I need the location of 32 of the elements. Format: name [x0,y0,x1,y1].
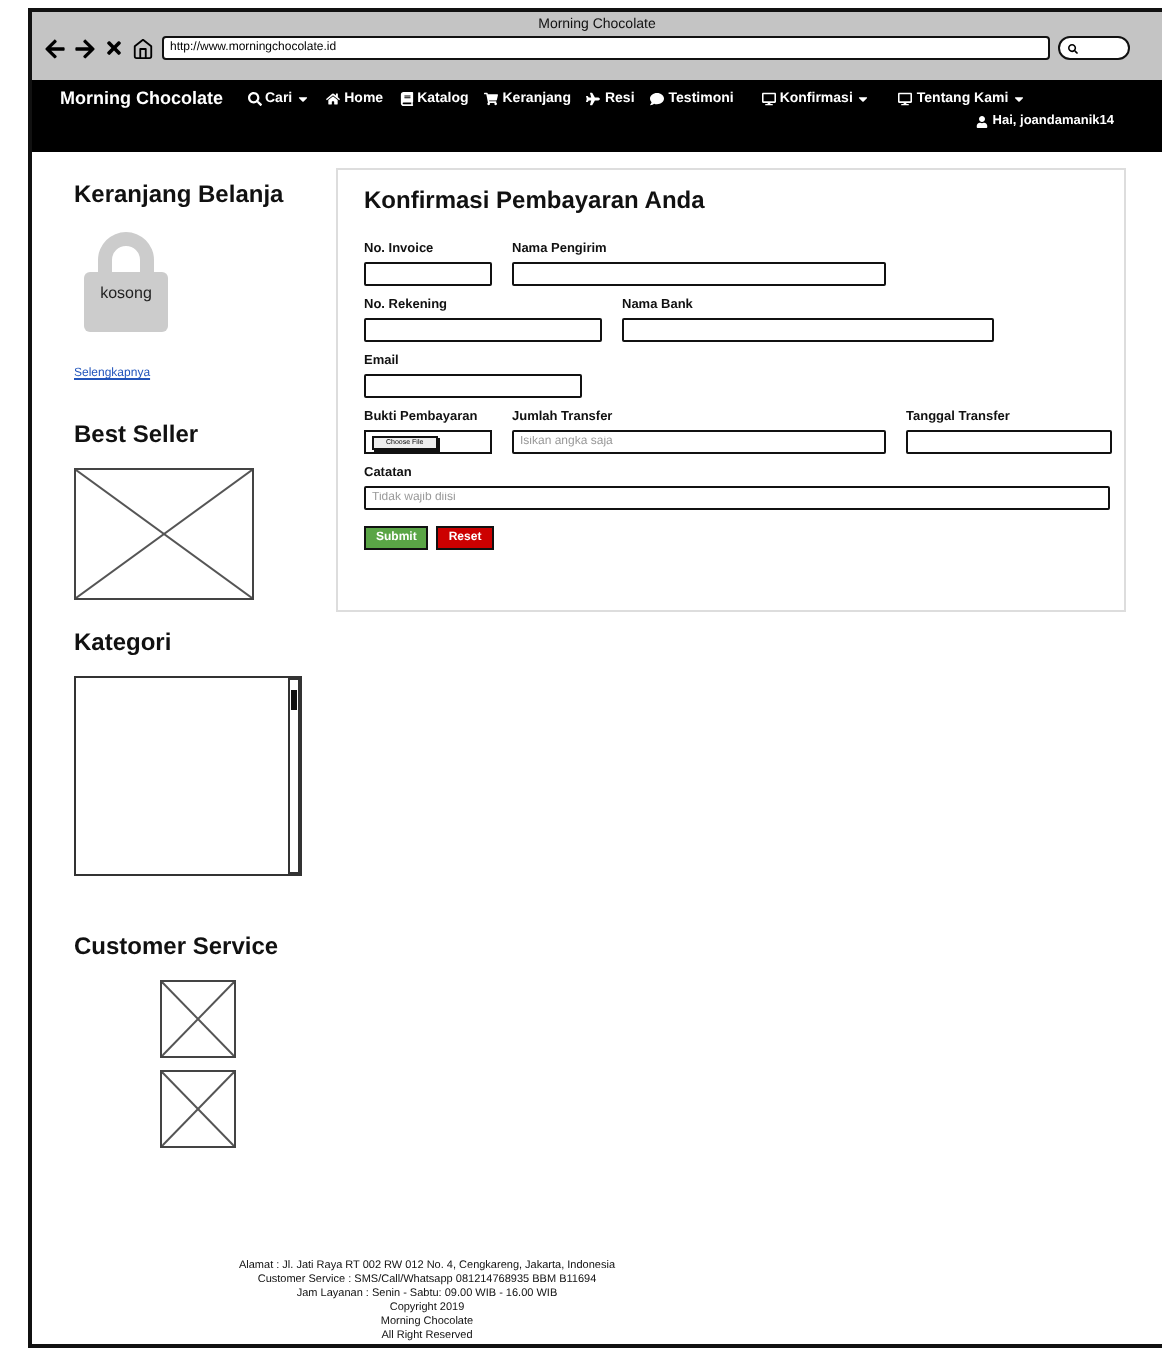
search-icon [1068,43,1078,53]
home-icon[interactable] [132,37,154,59]
cart-icon [484,91,499,105]
cart-status: kosong [98,284,154,302]
input-field[interactable] [906,430,1112,454]
section-heading: Customer Service [74,932,281,960]
search-icon [247,91,261,105]
section-heading: Best Seller [74,420,201,448]
input-field[interactable] [364,374,582,398]
input-field[interactable] [364,318,602,342]
home-icon [326,91,341,105]
category-list[interactable] [74,676,302,876]
image-placeholder [160,980,236,1058]
monitor-icon [898,91,913,105]
section-heading: Kategori [74,628,174,656]
input-field[interactable] [512,262,886,286]
back-icon[interactable] [44,37,66,59]
close-icon[interactable] [104,38,124,58]
book-icon [399,91,414,105]
chat-icon [650,91,665,105]
image-placeholder [160,1070,236,1148]
plane-icon [586,91,601,105]
monitor-icon [761,91,776,105]
search-field[interactable] [1058,36,1130,60]
section-heading: Keranjang Belanja [74,180,286,208]
input-field[interactable] [622,318,994,342]
input-field[interactable] [364,262,492,286]
form-title: Konfirmasi Pembayaran Anda [364,186,707,214]
forward-icon[interactable] [74,37,96,59]
brand-name[interactable]: Morning Chocolate [60,88,223,108]
user-icon [976,115,989,127]
scrollbar[interactable] [288,678,300,874]
